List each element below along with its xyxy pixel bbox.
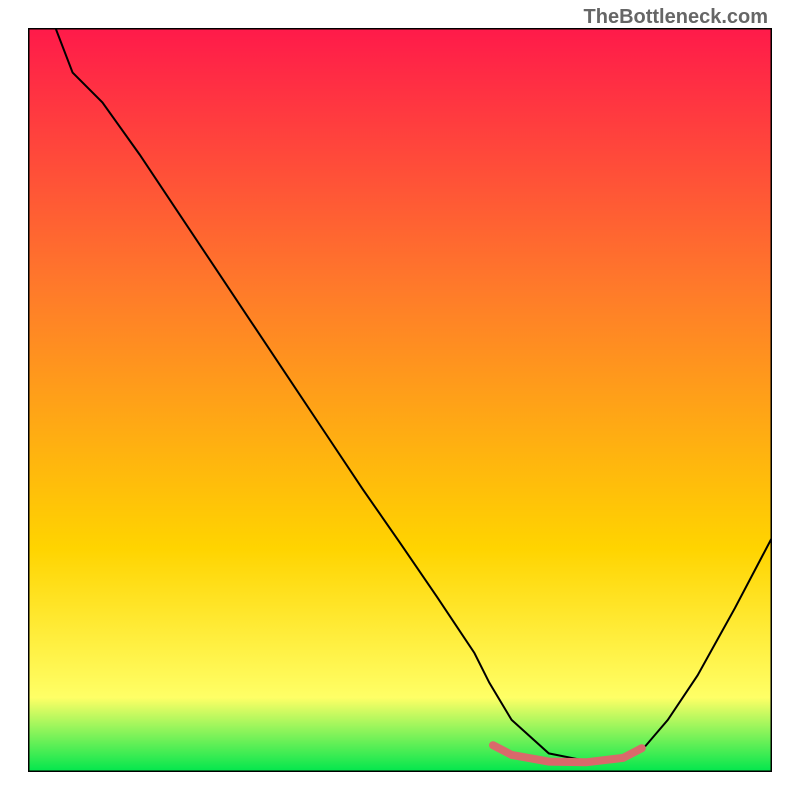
chart-container: TheBottleneck.com — [0, 0, 800, 800]
bottleneck-plot — [28, 28, 772, 772]
plot-background — [28, 28, 772, 772]
watermark-text: TheBottleneck.com — [584, 6, 768, 29]
